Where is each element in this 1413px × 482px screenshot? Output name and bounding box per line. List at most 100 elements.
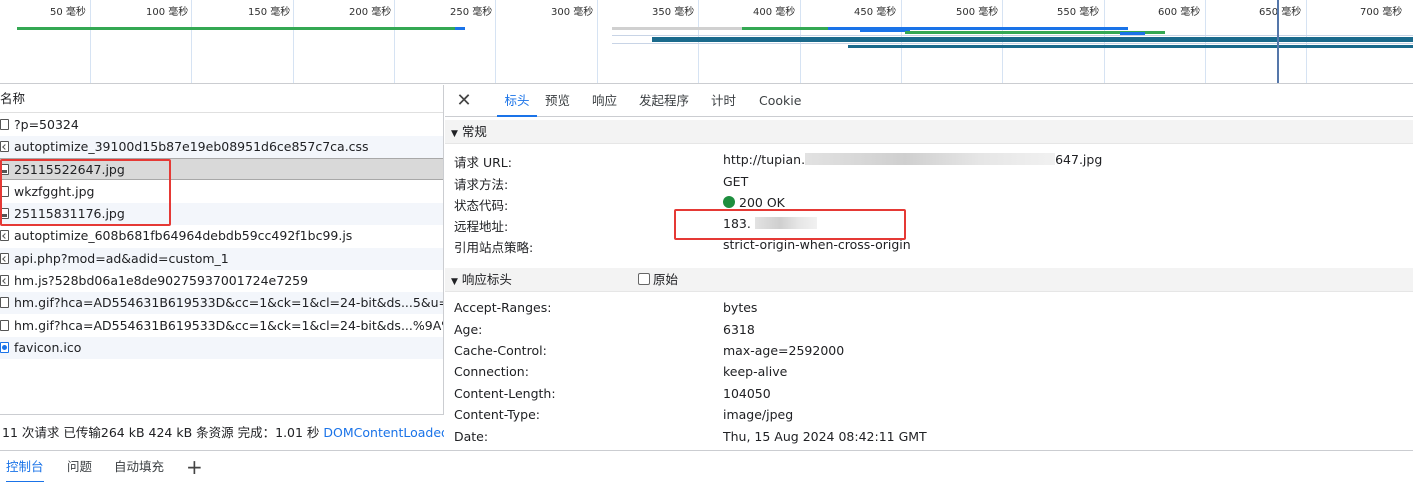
header-value[interactable]: 104050 [723,386,771,401]
header-value[interactable]: image/jpeg [723,407,793,422]
timeline-gridline [1002,0,1003,83]
column-header-name[interactable]: 名称 [0,85,443,113]
header-name: Connection: [454,364,529,379]
request-row-selected[interactable]: 25115522647.jpg [0,158,443,180]
timeline-tick-label: 700 毫秒 [1360,7,1403,18]
request-row[interactable]: hm.js?528bd06a1e8de90275937001724e7259 [0,270,443,292]
script-icon [0,253,9,264]
header-name: 远程地址: [454,219,509,234]
raw-label: 原始 [653,272,679,287]
header-name: Date: [454,429,489,444]
tab-issues[interactable]: 问题 [67,451,92,482]
timeline-tick-label: 50 毫秒 [50,7,86,18]
timeline-tick-label: 100 毫秒 [146,7,189,18]
header-name: 请求方法: [454,177,509,192]
timeline-gridline [1205,0,1206,83]
request-name: api.php?mod=ad&adid=custom_1 [14,251,229,266]
request-name: autoptimize_39100d15b87e19eb08951d6ce857… [14,139,369,154]
request-name: autoptimize_608b681fb64964debdb59cc492f1… [14,228,353,243]
header-value[interactable]: max-age=2592000 [723,343,844,358]
header-name: Age: [454,322,483,337]
header-value[interactable]: 6318 [723,322,755,337]
image-file-icon [0,297,9,308]
request-row[interactable]: autoptimize_608b681fb64964debdb59cc492f1… [0,225,443,247]
tab-response[interactable]: 响应 [592,85,617,117]
header-name: Content-Length: [454,386,556,401]
document-icon [0,119,9,130]
response-headers-section-header[interactable]: ▼ 响应标头 原始 [445,268,1413,292]
detail-tab-bar: ✕ 标头 预览 响应 发起程序 计时 Cookie [445,85,1413,117]
header-value[interactable]: Thu, 15 Aug 2024 08:42:11 GMT [723,429,927,444]
request-row[interactable]: autoptimize_39100d15b87e19eb08951d6ce857… [0,136,443,158]
timeline-gridline [1306,0,1307,83]
raw-checkbox[interactable] [638,273,650,285]
tab-preview[interactable]: 预览 [545,85,570,117]
timeline-request-bar [742,27,828,30]
header-name: Content-Type: [454,407,540,422]
stylesheet-icon [0,141,9,152]
image-file-icon [0,186,9,197]
request-name: 25115831176.jpg [14,206,125,221]
general-section-header[interactable]: ▼ 常规 [445,120,1413,144]
request-row[interactable]: hm.gif?hca=AD554631B619533D&cc=1&ck=1&cl… [0,315,443,337]
expand-triangle-icon: ▼ [451,129,458,139]
timeline-tick-label: 150 毫秒 [248,7,291,18]
raw-toggle[interactable]: 原始 [638,268,678,292]
drawer-tab-bar: 控制台 问题 自动填充 + [0,450,1413,482]
timeline-request-bar [612,35,1413,36]
request-row[interactable]: wkzfgght.jpg [0,181,443,203]
timeline-tick-label: 300 毫秒 [551,7,594,18]
request-row[interactable]: 25115831176.jpg [0,203,443,225]
request-row[interactable]: ?p=50324 [0,114,443,136]
header-value[interactable]: bytes [723,300,757,315]
request-url-value[interactable]: http://tupian. 647.jpg [723,152,1102,167]
tab-timing[interactable]: 计时 [711,85,736,117]
timeline-request-bar [652,37,1413,42]
script-icon [0,230,9,241]
timeline-gridline [191,0,192,83]
timeline-request-bar [17,27,457,30]
referrer-policy-value[interactable]: strict-origin-when-cross-origin [723,237,911,252]
summary-domcontentloaded: DOMContentLoaded: [323,425,444,440]
timeline-request-bar [860,29,910,32]
status-ok-icon [723,196,735,208]
image-file-icon [0,320,9,331]
redacted-area [805,153,1056,165]
timeline-gridline [293,0,294,83]
tab-headers[interactable]: 标头 [497,85,537,117]
summary-resources: 424 kB 条资源 [148,425,234,440]
header-name: 引用站点策略: [454,240,534,255]
timeline-gridline [800,0,801,83]
tab-console[interactable]: 控制台 [6,451,44,482]
timeline-tick-label: 350 毫秒 [652,7,695,18]
tab-autofill[interactable]: 自动填充 [114,451,164,482]
script-icon [0,275,9,286]
request-row[interactable]: api.php?mod=ad&adid=custom_1 [0,248,443,270]
image-file-icon [0,208,9,219]
network-overview-timeline[interactable]: 50 毫秒 100 毫秒 150 毫秒 200 毫秒 250 毫秒 300 毫秒… [0,0,1413,84]
timeline-tick-label: 650 毫秒 [1259,7,1302,18]
request-row[interactable]: favicon.ico [0,337,443,359]
status-code-value[interactable]: 200 OK [723,195,785,210]
remote-address-value[interactable]: 183. [723,216,817,231]
section-title: 常规 [461,124,487,139]
header-value[interactable]: keep-alive [723,364,787,379]
timeline-gridline [394,0,395,83]
timeline-load-marker [1277,0,1279,83]
close-icon[interactable]: ✕ [456,92,472,110]
timeline-tick-label: 450 毫秒 [854,7,897,18]
request-name: wkzfgght.jpg [14,184,95,199]
expand-triangle-icon: ▼ [451,277,458,287]
request-name: favicon.ico [14,340,82,355]
request-row[interactable]: hm.gif?hca=AD554631B619533D&cc=1&ck=1&cl… [0,292,443,314]
timeline-tick-label: 550 毫秒 [1057,7,1100,18]
request-name: 25115522647.jpg [14,162,125,177]
request-list[interactable]: 名称 ?p=50324 autoptimize_39100d15b87e19eb… [0,85,444,449]
tab-cookies[interactable]: Cookie [759,85,801,117]
favicon-icon [0,342,9,353]
request-url-end: 647.jpg [1055,152,1103,167]
add-tab-icon[interactable]: + [186,454,203,480]
tab-initiator[interactable]: 发起程序 [639,85,689,117]
timeline-gridline [597,0,598,83]
request-method-value[interactable]: GET [723,174,748,189]
